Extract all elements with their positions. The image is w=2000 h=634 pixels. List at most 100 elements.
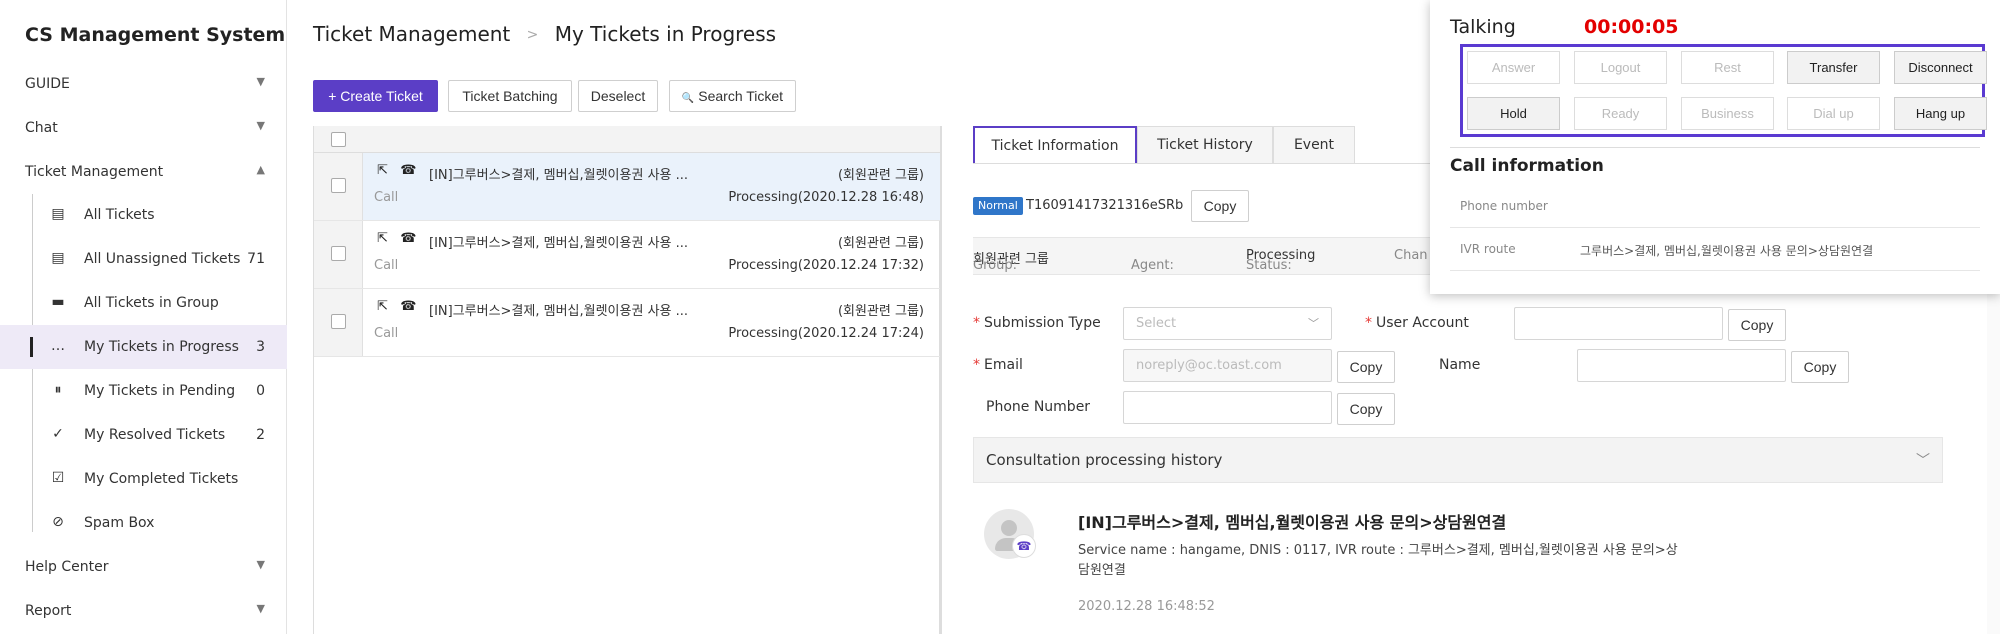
ticket-channel: Call (374, 190, 399, 205)
transfer-button[interactable]: Transfer (1787, 51, 1880, 84)
ticket-row[interactable]: ⇱ ☎ [IN]그루버스>결제, 멤버십,월렛이용권 사용 ... (회원관련 … (314, 153, 940, 221)
call-state: Talking (1450, 16, 1516, 38)
menu-group-chat[interactable]: Chat ▼ (0, 109, 287, 149)
ticket-batching-button[interactable]: Ticket Batching (448, 80, 572, 112)
call-controls: Answer Logout Rest Transfer Disconnect H… (1460, 44, 1987, 137)
sidebar-item-count: 3 (256, 339, 265, 355)
copy-ticket-id-button[interactable]: Copy (1191, 190, 1249, 222)
sidebar-item-all-tickets[interactable]: ▤ All Tickets (0, 193, 287, 237)
create-ticket-button[interactable]: + Create Ticket (313, 80, 438, 112)
rest-button[interactable]: Rest (1681, 51, 1774, 84)
ticket-group: (회원관련 그룹) (837, 236, 924, 251)
business-button[interactable]: Business (1681, 97, 1774, 130)
chevron-up-icon: ▲ (256, 163, 265, 176)
copy-phone-button[interactable]: Copy (1337, 393, 1395, 425)
menu-group-label: Chat (25, 120, 58, 136)
app-root: CS Management System GUIDE ▼ Chat ▼ Tick… (0, 0, 2000, 634)
chevron-down-icon: ▼ (256, 119, 265, 132)
user-check-icon: ✓ (52, 426, 64, 442)
menu-group-label: Help Center (25, 559, 109, 575)
sidebar-item-my-in-progress[interactable]: … My Tickets in Progress 3 (0, 325, 287, 369)
history-entry-description: Service name : hangame, DNIS : 0117, IVR… (1078, 543, 1678, 578)
user-account-field[interactable] (1514, 307, 1723, 340)
external-link-icon[interactable]: ⇱ ☎ (377, 163, 416, 178)
email-field[interactable]: noreply@oc.toast.com (1123, 349, 1332, 382)
phone-number-field[interactable] (1123, 391, 1332, 424)
hold-button[interactable]: Hold (1467, 97, 1560, 130)
history-entry-date: 2020.12.28 16:48:52 (1078, 599, 1215, 614)
menu-group-help-center[interactable]: Help Center ▼ (0, 548, 287, 588)
submission-type-select[interactable]: Select ﹀ (1123, 307, 1332, 340)
copy-name-button[interactable]: Copy (1791, 351, 1849, 383)
accordion-title: Consultation processing history (986, 451, 1223, 469)
search-icon: 🔍 (681, 93, 695, 104)
sidebar-item-my-completed[interactable]: ☑ My Completed Tickets (0, 457, 287, 501)
menu-group-ticket-management[interactable]: Ticket Management ▲ (0, 153, 287, 193)
copy-email-button[interactable]: Copy (1337, 351, 1395, 383)
menu-group-label: Ticket Management (25, 164, 164, 180)
sidebar-item-label: My Tickets in Pending (84, 383, 236, 399)
ticket-channel: Call (374, 258, 399, 273)
folder-icon: ▬ (51, 294, 65, 310)
page-title: My Tickets in Progress (554, 22, 777, 46)
answer-button[interactable]: Answer (1467, 51, 1560, 84)
ticket-title: [IN]그루버스>결제, 멤버십,월렛이용권 사용 ... (429, 168, 689, 183)
sidebar-item-all-unassigned[interactable]: ▤ All Unassigned Tickets 71 (0, 237, 287, 281)
breadcrumb-parent[interactable]: Ticket Management (313, 22, 510, 46)
sidebar-item-my-resolved[interactable]: ✓ My Resolved Tickets 2 (0, 413, 287, 457)
sidebar: CS Management System GUIDE ▼ Chat ▼ Tick… (0, 0, 287, 634)
sidebar-item-label: My Tickets in Progress (84, 339, 239, 355)
app-title: CS Management System (25, 24, 286, 46)
ticket-row[interactable]: ⇱ ☎ [IN]그루버스>결제, 멤버십,월렛이용권 사용 ... (회원관련 … (314, 221, 940, 289)
ticket-row[interactable]: ⇱ ☎ [IN]그루버스>결제, 멤버십,월렛이용권 사용 ... (회원관련 … (314, 289, 940, 357)
row-checkbox[interactable] (331, 178, 346, 193)
user-account-label: * User Account (1365, 315, 1469, 331)
name-field[interactable] (1577, 349, 1786, 382)
priority-badge: Normal (973, 197, 1023, 215)
name-label: Name (1439, 357, 1481, 373)
sidebar-item-my-pending[interactable]: ⏸ My Tickets in Pending 0 (0, 369, 287, 413)
phone-number-row: Phone number (1450, 186, 1980, 228)
dial-up-button[interactable]: Dial up (1787, 97, 1880, 130)
call-timer: 00:00:05 (1584, 16, 1679, 38)
tab-ticket-history[interactable]: Ticket History (1137, 126, 1273, 164)
menu-group-report[interactable]: Report ▼ (0, 592, 287, 632)
row-checkbox[interactable] (331, 246, 346, 261)
chevron-down-icon: ▼ (256, 602, 265, 615)
ticket-list: ⇱ ☎ [IN]그루버스>결제, 멤버십,월렛이용권 사용 ... (회원관련 … (313, 126, 942, 634)
disconnect-button[interactable]: Disconnect (1894, 51, 1987, 84)
pause-circle-icon: ⏸ (54, 382, 62, 398)
ticket-title: [IN]그루버스>결제, 멤버십,월렛이용권 사용 ... (429, 304, 689, 319)
deselect-button[interactable]: Deselect (578, 80, 658, 112)
ivr-route-value: 그루버스>결제, 멤버십,월렛이용권 사용 문의>상담원연결 (1580, 244, 1874, 258)
row-checkbox-cell (314, 153, 363, 220)
tab-event[interactable]: Event (1273, 126, 1355, 164)
tab-ticket-information[interactable]: Ticket Information (973, 126, 1137, 164)
hang-up-button[interactable]: Hang up (1894, 97, 1987, 130)
chevron-down-icon: ▼ (256, 558, 265, 571)
ticket-id-text: T16091417321316eSRb (1026, 198, 1184, 213)
ticket-group: (회원관련 그룹) (837, 304, 924, 319)
ready-button[interactable]: Ready (1574, 97, 1667, 130)
row-checkbox[interactable] (331, 314, 346, 329)
search-ticket-button[interactable]: 🔍 Search Ticket (669, 80, 796, 112)
breadcrumb: Ticket Management > My Tickets in Progre… (313, 22, 776, 46)
external-link-icon[interactable]: ⇱ ☎ (377, 299, 416, 314)
checkbox-icon: ☑ (51, 470, 65, 486)
consultation-history-accordion[interactable]: Consultation processing history ﹀ (973, 437, 1943, 483)
ticket-status: Processing(2020.12.28 16:48) (728, 190, 924, 205)
menu-group-guide[interactable]: GUIDE ▼ (0, 65, 287, 105)
info-status: Status: Processing (1246, 248, 1316, 273)
sidebar-item-count: 71 (247, 251, 265, 267)
copy-user-account-button[interactable]: Copy (1728, 309, 1786, 341)
logout-button[interactable]: Logout (1574, 51, 1667, 84)
external-link-icon[interactable]: ⇱ ☎ (377, 231, 416, 246)
sidebar-item-all-in-group[interactable]: ▬ All Tickets in Group (0, 281, 287, 325)
phone-number-label: Phone Number (986, 399, 1091, 415)
chevron-down-icon: ﹀ (1308, 317, 1319, 330)
sidebar-item-count: 0 (256, 383, 265, 399)
sidebar-item-spam-box[interactable]: ⊘ Spam Box (0, 501, 287, 545)
email-label: * Email (973, 357, 1023, 373)
select-all-checkbox[interactable] (331, 132, 346, 147)
info-channel: Chan (1394, 248, 1428, 263)
